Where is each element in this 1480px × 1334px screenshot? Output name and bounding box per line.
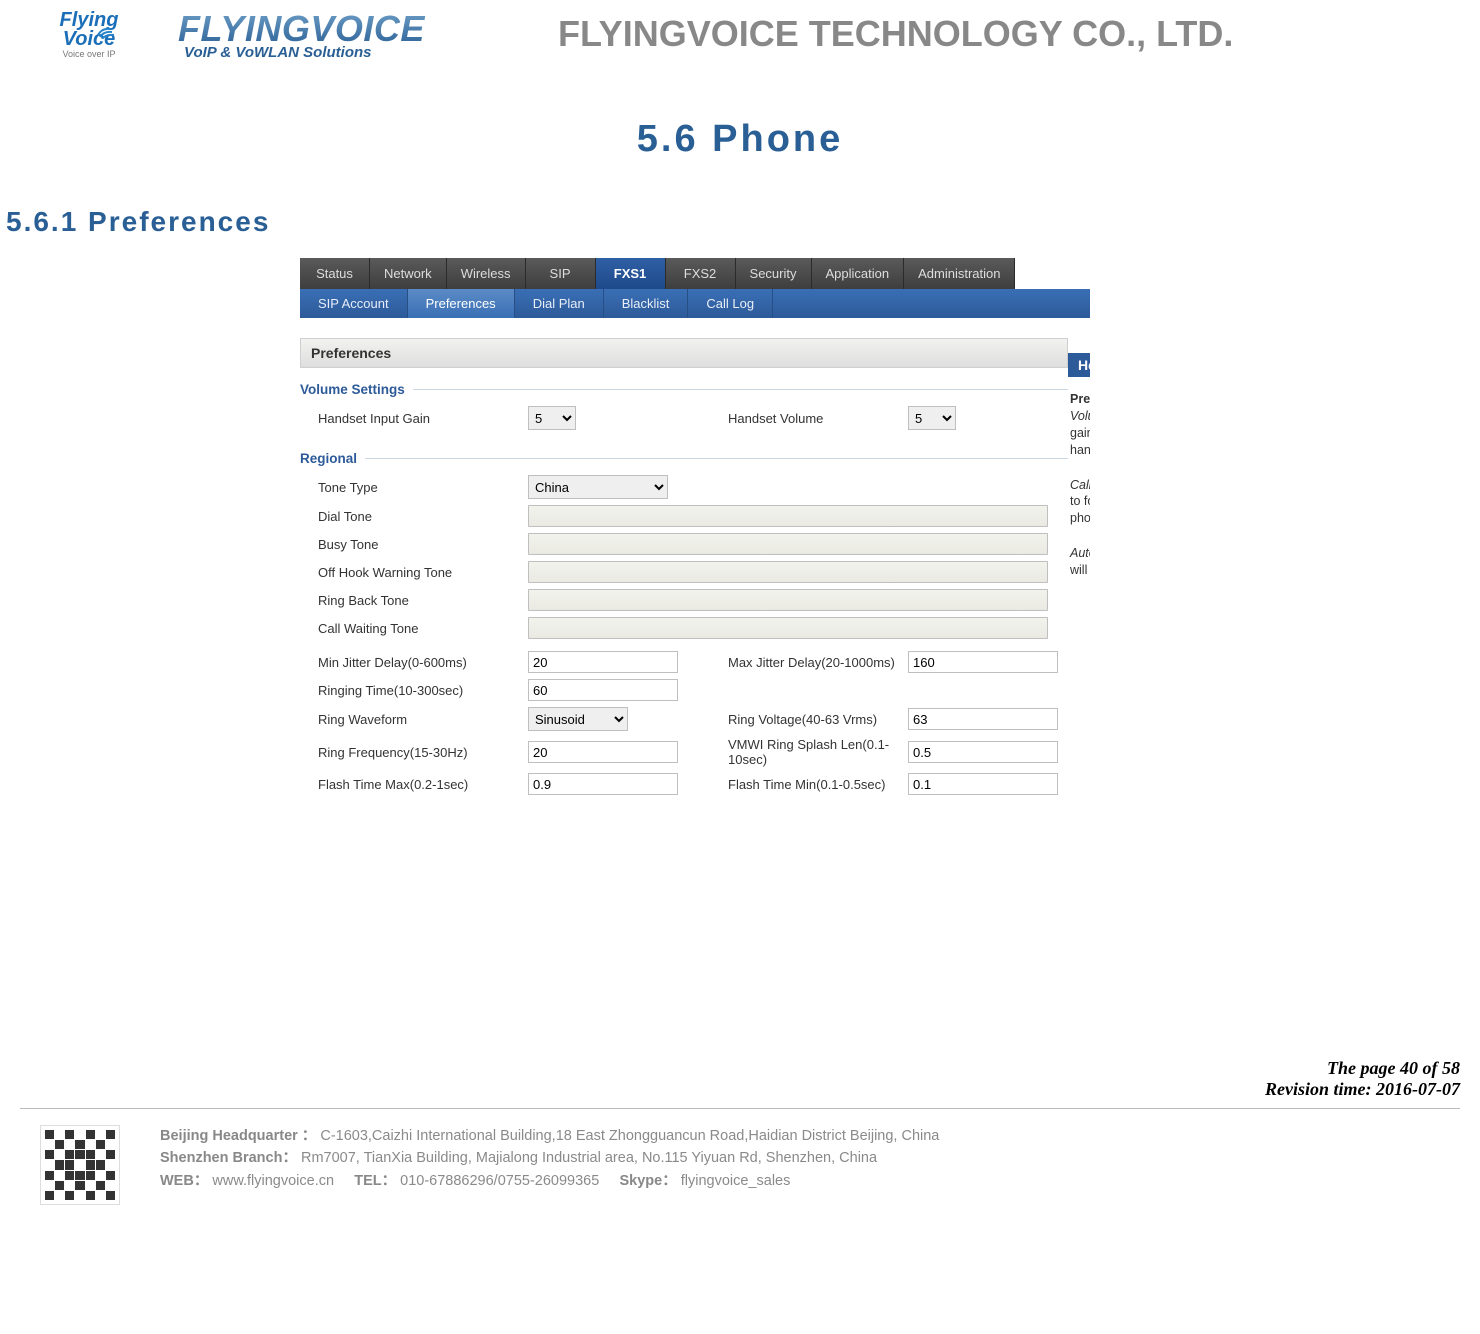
footer-web-label: WEB： — [160, 1173, 208, 1189]
footer-tel: 010-67886296/0755-26099365 — [400, 1173, 599, 1189]
label-call-waiting-tone: Call Waiting Tone — [318, 621, 528, 636]
tab-network[interactable]: Network — [370, 258, 447, 289]
tab-sip[interactable]: SIP — [526, 258, 596, 289]
footer-bj-addr: C-1603,Caizhi International Building,18 … — [320, 1128, 939, 1144]
qr-code-icon — [40, 1125, 120, 1205]
footer-sz-label: Shenzhen Branch： — [160, 1150, 297, 1166]
input-ring-frequency[interactable] — [528, 741, 678, 763]
group-title-regional: Regional — [300, 451, 357, 466]
select-ring-waveform[interactable]: Sinusoid — [528, 707, 628, 731]
logo2-sub: VoIP & VoWLAN Solutions — [178, 44, 528, 61]
label-handset-input-gain: Handset Input Gain — [318, 411, 528, 426]
label-dial-tone: Dial Tone — [318, 509, 528, 524]
footer-web: www.flyingvoice.cn — [212, 1173, 334, 1189]
tab-fxs2[interactable]: FXS2 — [666, 258, 736, 289]
subtab-preferences[interactable]: Preferences — [408, 289, 515, 318]
footer-skype: flyingvoice_sales — [681, 1173, 791, 1189]
logo-flyingvoice-large: FLYINGVOICE VoIP & VoWLAN Solutions — [168, 8, 528, 61]
label-handset-volume: Handset Volume — [728, 411, 908, 426]
side-gain: gain or — [1070, 425, 1090, 442]
input-flash-min[interactable] — [908, 773, 1058, 795]
input-call-waiting-tone[interactable] — [528, 617, 1048, 639]
footer-skype-label: Skype： — [619, 1173, 676, 1189]
group-volume-settings: Volume Settings — [300, 382, 1068, 397]
label-ring-back-tone: Ring Back Tone — [318, 593, 528, 608]
side-phone: phone — [1070, 510, 1090, 527]
label-tone-type: Tone Type — [318, 480, 528, 495]
footer-sz-addr: Rm7007, TianXia Building, Majialong Indu… — [301, 1150, 877, 1166]
subsection-title: 5.6.1 Preferences — [6, 206, 1480, 238]
label-flash-max: Flash Time Max(0.2-1sec) — [318, 777, 528, 792]
logo-flying-voice-small: Flying Voice Voice over IP — [10, 0, 168, 68]
page-footer: Beijing Headquarter ： C-1603,Caizhi Inte… — [0, 1109, 1480, 1205]
subtab-call-log[interactable]: Call Log — [688, 289, 773, 318]
section-title: 5.6 Phone — [0, 118, 1480, 161]
select-handset-input-gain[interactable]: 5 — [528, 406, 576, 430]
side-autoa: Auto A — [1070, 545, 1090, 562]
side-callfo: Call Fo — [1070, 477, 1090, 494]
input-off-hook-tone[interactable] — [528, 561, 1048, 583]
subtab-sip-account[interactable]: SIP Account — [300, 289, 408, 318]
subtab-dial-plan[interactable]: Dial Plan — [515, 289, 604, 318]
input-min-jitter[interactable] — [528, 651, 678, 673]
ui-screenshot: StatusNetworkWirelessSIPFXS1FXS2Security… — [300, 258, 1090, 798]
group-title-volume: Volume Settings — [300, 382, 405, 397]
tab-fxs1[interactable]: FXS1 — [596, 258, 666, 289]
input-busy-tone[interactable] — [528, 533, 1048, 555]
input-ringing-time[interactable] — [528, 679, 678, 701]
label-off-hook-tone: Off Hook Warning Tone — [318, 565, 528, 580]
company-name: FLYINGVOICE TECHNOLOGY CO., LTD. — [528, 13, 1470, 55]
input-flash-max[interactable] — [528, 773, 678, 795]
subtab-blacklist[interactable]: Blacklist — [604, 289, 689, 318]
tab-application[interactable]: Application — [812, 258, 905, 289]
input-vmwi[interactable] — [908, 741, 1058, 763]
select-handset-volume[interactable]: 5 — [908, 406, 956, 430]
page-header: Flying Voice Voice over IP FLYINGVOICE V… — [0, 0, 1480, 68]
label-max-jitter: Max Jitter Delay(20-1000ms) — [728, 655, 908, 670]
revision-time: Revision time: 2016-07-07 — [0, 1079, 1460, 1100]
label-min-jitter: Min Jitter Delay(0-600ms) — [318, 655, 528, 670]
input-dial-tone[interactable] — [528, 505, 1048, 527]
input-ring-back-tone[interactable] — [528, 589, 1048, 611]
label-busy-tone: Busy Tone — [318, 537, 528, 552]
footer-tel-label: TEL： — [354, 1173, 396, 1189]
label-flash-min: Flash Time Min(0.1-0.5sec) — [728, 777, 908, 792]
label-vmwi: VMWI Ring Splash Len(0.1-10sec) — [728, 737, 908, 767]
page-meta: The page 40 of 58 Revision time: 2016-07… — [0, 1058, 1480, 1100]
side-volume: Volume — [1070, 408, 1090, 425]
input-max-jitter[interactable] — [908, 651, 1058, 673]
label-ring-waveform: Ring Waveform — [318, 712, 528, 727]
side-willbe: will be — [1070, 562, 1090, 579]
footer-bj-label: Beijing Headquarter ： — [160, 1128, 316, 1144]
side-prefer: Prefer — [1070, 391, 1090, 408]
side-toforw: to forw — [1070, 493, 1090, 510]
tab-wireless[interactable]: Wireless — [447, 258, 526, 289]
page-number: The page 40 of 58 — [0, 1058, 1460, 1079]
group-regional: Regional — [300, 451, 1068, 466]
help-side-panel: Help Prefer Volume gain or handse Call F… — [1068, 318, 1090, 798]
top-nav: StatusNetworkWirelessSIPFXS1FXS2Security… — [300, 258, 1090, 289]
label-ring-frequency: Ring Frequency(15-30Hz) — [318, 745, 528, 760]
panel-header: Preferences — [300, 338, 1068, 368]
label-ring-voltage: Ring Voltage(40-63 Vrms) — [728, 712, 908, 727]
side-handse: handse — [1070, 442, 1090, 459]
tab-status[interactable]: Status — [300, 258, 370, 289]
tab-security[interactable]: Security — [736, 258, 812, 289]
input-ring-voltage[interactable] — [908, 708, 1058, 730]
logo1-tag: Voice over IP — [62, 49, 115, 59]
help-badge: Help — [1068, 353, 1090, 377]
label-ringing-time: Ringing Time(10-300sec) — [318, 683, 528, 698]
sub-nav: SIP AccountPreferencesDial PlanBlacklist… — [300, 289, 1090, 318]
tab-administration[interactable]: Administration — [904, 258, 1015, 289]
select-tone-type[interactable]: China — [528, 475, 668, 499]
